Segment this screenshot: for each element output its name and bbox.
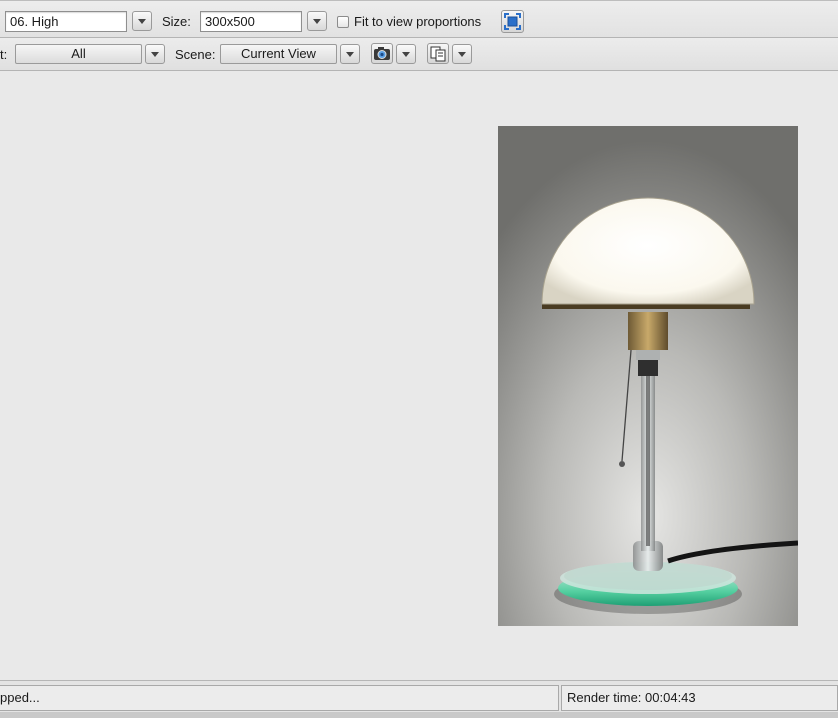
rendered-image xyxy=(498,126,798,626)
region-label: t: xyxy=(0,47,8,62)
size-label: Size: xyxy=(162,14,191,29)
quality-dropdown-button[interactable] xyxy=(132,11,152,31)
fit-frame-icon xyxy=(504,13,521,30)
camera-dropdown-button[interactable] xyxy=(396,44,416,64)
scene-label: Scene: xyxy=(175,47,216,62)
render-settings-toolbar: 06. High Size: 300x500 Fit to view propo… xyxy=(0,0,838,38)
status-message: pped... xyxy=(0,685,559,711)
camera-button[interactable] xyxy=(371,43,393,64)
region-dropdown-button[interactable] xyxy=(145,44,165,64)
render-time: Render time: 00:04:43 xyxy=(561,685,838,711)
scene-select[interactable]: Current View xyxy=(220,44,337,64)
copy-windows-icon xyxy=(430,46,446,62)
bottom-edge xyxy=(0,712,838,718)
quality-preset-field[interactable]: 06. High xyxy=(5,11,127,32)
fit-proportions-checkbox[interactable] xyxy=(337,16,349,28)
copy-windows-button[interactable] xyxy=(427,43,449,64)
fit-frame-button[interactable] xyxy=(501,10,524,33)
camera-icon xyxy=(374,47,390,60)
fit-proportions-label: Fit to view proportions xyxy=(354,14,482,29)
size-dropdown-button[interactable] xyxy=(307,11,327,31)
region-select[interactable]: All xyxy=(15,44,142,64)
size-field[interactable]: 300x500 xyxy=(200,11,302,32)
render-region-toolbar: t: All Scene: Current View xyxy=(0,38,838,71)
scene-dropdown-button[interactable] xyxy=(340,44,360,64)
copy-dropdown-button[interactable] xyxy=(452,44,472,64)
